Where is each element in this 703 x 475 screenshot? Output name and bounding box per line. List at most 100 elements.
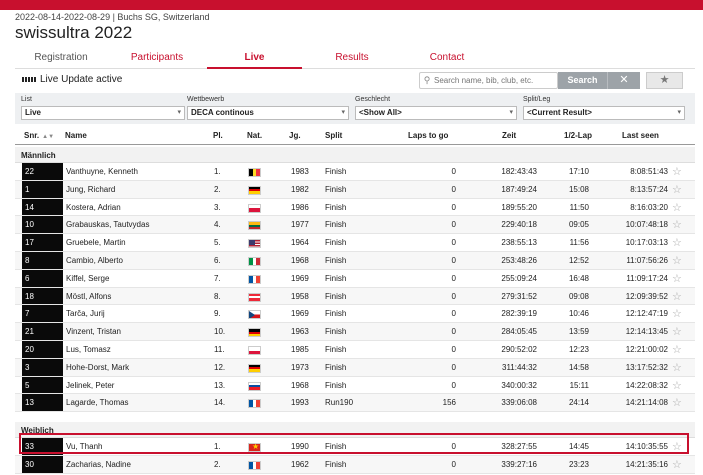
favorite-star-icon[interactable]: ☆ (672, 343, 682, 356)
favorite-star-icon[interactable]: ☆ (672, 236, 682, 249)
table-row[interactable]: 20 Lus, Tomasz 11. 1985 Finish 0 290:52:02 12:2… (15, 341, 695, 359)
column-snr[interactable]: Snr. ▲▼ (24, 131, 54, 140)
favorite-star-icon[interactable]: ☆ (672, 290, 682, 303)
tab-results[interactable]: Results (306, 51, 398, 69)
geschlecht-select[interactable]: <Show All> ▾ (355, 106, 517, 120)
table-row[interactable]: 1 Jung, Richard 2. 1982 Finish 0 187:49:24 15:0… (15, 180, 695, 199)
table-row[interactable]: 14 Kostera, Adrian 3. 1986 Finish 0 189:55:20 1… (15, 198, 695, 217)
favorite-star-icon[interactable]: ☆ (672, 458, 682, 471)
favorite-star-icon[interactable]: ☆ (672, 379, 682, 392)
total-time: 255:09:24 (501, 273, 537, 283)
column-jg[interactable]: Jg. (289, 131, 301, 140)
favorite-star-icon[interactable]: ☆ (672, 361, 682, 374)
column-split[interactable]: Split (325, 131, 342, 140)
half-lap-time: 09:05 (568, 220, 589, 230)
placement: 13. (214, 380, 226, 390)
placement: 10. (214, 327, 226, 337)
last-seen-time: 13:17:52:32 (625, 362, 668, 372)
total-time: 339:06:08 (501, 398, 537, 408)
main-tabs: Registration Participants Live Results C… (15, 51, 695, 69)
split-leg-select[interactable]: <Current Result> ▾ (523, 106, 685, 120)
favorite-star-icon[interactable]: ☆ (672, 396, 682, 409)
favorite-star-icon[interactable]: ☆ (672, 254, 682, 267)
half-lap-time: 11:56 (569, 238, 589, 248)
laps-to-go: 0 (451, 345, 456, 354)
table-row[interactable]: 6 Kiffel, Serge 7. 1969 Finish 0 255:09:24 16:4… (15, 269, 695, 288)
column-name[interactable]: Name (65, 131, 87, 140)
list-select[interactable]: Live ▾ (21, 106, 185, 120)
top-brand-bar (0, 0, 703, 10)
birth-year: 1990 (291, 442, 309, 452)
column-zeit[interactable]: Zeit (502, 131, 516, 140)
last-seen-time: 10:07:48:18 (625, 220, 668, 230)
table-row[interactable]: 17 Gruebele, Martin 5. 1964 Finish 0 238:55:13… (15, 234, 695, 252)
close-icon[interactable]: ✕ (607, 72, 640, 89)
birth-year: 1993 (291, 398, 309, 408)
birth-year: 1962 (291, 460, 309, 469)
split-name: Finish (325, 345, 347, 354)
search-button[interactable]: Search (558, 72, 607, 89)
half-lap-time: 14:45 (568, 442, 589, 452)
total-time: 253:48:26 (501, 256, 537, 265)
favorite-star-icon[interactable]: ☆ (672, 272, 682, 285)
birth-year: 1977 (291, 220, 309, 230)
half-lap-time: 23:23 (568, 460, 589, 469)
last-seen-time: 12:12:47:19 (625, 309, 668, 319)
bib-number: 33 (22, 438, 63, 455)
table-row[interactable]: 33 Vu, Thanh 1. ★ 1990 Finish 0 328:27:55 14:45 1… (15, 438, 695, 456)
filter-wettbewerb: Wettbewerb DECA continous ▾ (187, 96, 349, 120)
star-icon[interactable]: ★ (646, 72, 683, 89)
favorite-star-icon[interactable]: ☆ (672, 183, 682, 196)
filter-split-leg: Split/Leg <Current Result> ▾ (523, 96, 685, 120)
favorite-star-icon[interactable]: ☆ (672, 218, 682, 231)
table-row[interactable]: 21 Vinzent, Tristan 10. 1963 Finish 0 284:05:4… (15, 323, 695, 341)
column-nat[interactable]: Nat. (247, 131, 262, 140)
wettbewerb-select[interactable]: DECA continous ▾ (187, 106, 349, 120)
group-label: Männlich (21, 151, 56, 160)
column-pl[interactable]: Pl. (213, 131, 223, 140)
athlete-name: Kiffel, Serge (66, 273, 110, 283)
table-row[interactable]: 30 Zacharias, Nadine 2. 1962 Finish 0 339:27:1… (15, 456, 695, 474)
flag-fr-icon (248, 461, 261, 470)
half-lap-time: 15:11 (569, 380, 589, 390)
table-row[interactable]: 3 Hohe-Dorst, Mark 12. 1973 Finish 0 311:44:32… (15, 358, 695, 377)
laps-to-go: 0 (451, 238, 456, 248)
filter-label: Geschlecht (355, 96, 391, 103)
table-row[interactable]: 10 Grabauskas, Tautvydas 4. 1977 Finish 0 229:… (15, 216, 695, 235)
tab-registration[interactable]: Registration (15, 51, 107, 69)
table-row[interactable]: 5 Jelinek, Peter 13. 1968 Finish 0 340:00:32 15… (15, 376, 695, 395)
tab-live[interactable]: Live (207, 51, 302, 69)
flag-de-icon (248, 185, 261, 195)
laps-to-go: 0 (451, 220, 456, 230)
table-row[interactable]: 18 Möstl, Alfons 8. 1958 Finish 0 279:31:52 09:… (15, 287, 695, 306)
column-laps[interactable]: Laps to go (408, 131, 448, 140)
table-row[interactable]: 22 Vanthuyne, Kenneth 1. 1983 Finish 0 182:43:… (15, 163, 695, 181)
placement: 2. (214, 460, 221, 469)
search-field[interactable]: ⚲ (419, 72, 558, 89)
bib-number: 5 (22, 376, 63, 394)
flag-pl-icon (248, 346, 261, 355)
laps-to-go: 0 (451, 291, 456, 301)
favorite-star-icon[interactable]: ☆ (672, 201, 682, 214)
favorite-star-icon[interactable]: ☆ (672, 307, 682, 320)
placement: 8. (214, 291, 221, 301)
column-last-seen[interactable]: Last seen (622, 131, 659, 140)
tab-contact[interactable]: Contact (401, 51, 493, 69)
last-seen-time: 14:10:35:55 (625, 442, 668, 452)
favorite-star-icon[interactable]: ☆ (672, 165, 682, 178)
table-row[interactable]: 8 Cambio, Alberto 6. 1968 Finish 0 253:48:26 12… (15, 252, 695, 270)
split-name: Finish (325, 256, 347, 265)
last-seen-time: 8:16:03:20 (630, 202, 668, 212)
tab-participants[interactable]: Participants (111, 51, 203, 69)
chevron-down-icon: ▾ (677, 109, 681, 116)
placement: 7. (214, 273, 221, 283)
column-half-lap[interactable]: 1/2-Lap (564, 131, 592, 140)
table-row[interactable]: 13 Lagarde, Thomas 14. 1993 Run190 156 339:06:… (15, 394, 695, 413)
favorite-star-icon[interactable]: ☆ (672, 440, 682, 453)
placement: 4. (214, 220, 221, 230)
last-seen-time: 11:07:56:26 (626, 256, 668, 265)
flag-fr-icon (248, 399, 261, 409)
search-input[interactable] (434, 76, 554, 85)
favorite-star-icon[interactable]: ☆ (672, 325, 682, 338)
table-row[interactable]: 7 Tarča, Jurij 9. 1969 Finish 0 282:39:19 10:46… (15, 305, 695, 324)
